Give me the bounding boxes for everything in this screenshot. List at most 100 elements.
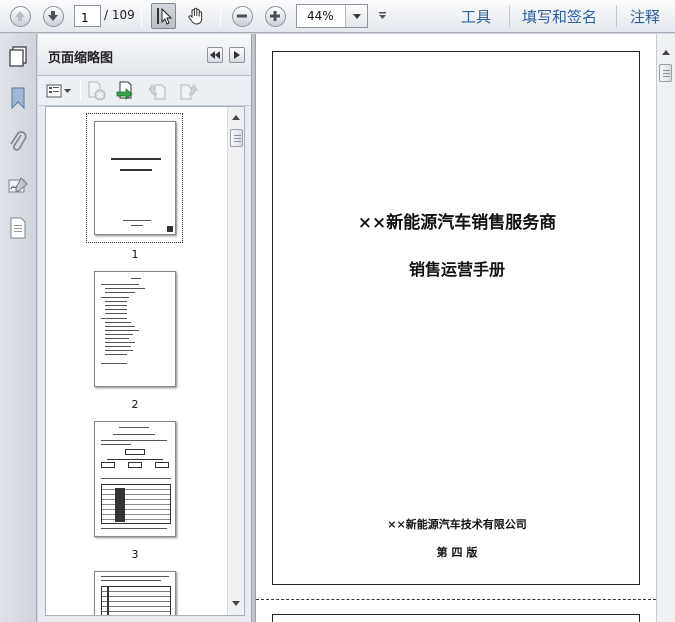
thumb-text-line (111, 158, 161, 160)
document-edition: 第 四 版 (436, 546, 478, 559)
document-company: ××新能源汽车技术有限公司 (387, 518, 527, 531)
fill-sign-link[interactable]: 填写和签名 (522, 6, 597, 27)
hand-icon (188, 7, 203, 25)
thumbnail-options-button[interactable] (44, 81, 74, 101)
thumb-text-line (101, 318, 127, 319)
scrollbar-grip (234, 138, 241, 139)
scrollbar-grip (663, 70, 670, 71)
scrollbar-grip (234, 135, 241, 136)
zoom-dropdown-button[interactable] (345, 5, 367, 27)
thumb-table (101, 484, 171, 524)
thumbnail-page-3[interactable] (94, 421, 176, 537)
collapse-panel-button[interactable] (207, 47, 223, 63)
thumb-text-line (105, 326, 135, 327)
signatures-panel-button[interactable] (6, 174, 30, 198)
thumb-text-line (105, 338, 129, 339)
chevron-down-icon (232, 600, 240, 606)
thumb-diagram-line (107, 459, 163, 460)
hand-tool-button[interactable] (183, 4, 209, 28)
attachments-panel-button[interactable] (6, 130, 30, 154)
panel-header: 页面缩略图 (38, 34, 251, 76)
page-border: ××新能源汽车销售服务商 销售运营手册 ××新能源汽车技术有限公司 第 四 版 (272, 51, 640, 585)
thumb-text-line (105, 301, 127, 302)
delete-page-button[interactable] (85, 81, 107, 101)
select-tool-button[interactable] (151, 3, 176, 29)
panel-title: 页面缩略图 (48, 51, 114, 66)
thumb-text-line (105, 334, 133, 335)
navigation-rail (0, 34, 37, 622)
thumbnail-number: 3 (131, 548, 139, 561)
thumb-text-line (105, 309, 127, 310)
thumb-text-line (101, 576, 169, 577)
thumb-text-line (131, 225, 143, 226)
comment-link[interactable]: 注释 (630, 6, 660, 27)
thumbnail-page-4[interactable] (94, 571, 176, 615)
scrollbar-thumb[interactable] (230, 129, 243, 147)
thumb-text-line (105, 330, 139, 331)
pages-panel-button[interactable] (6, 44, 30, 68)
scroll-up-button[interactable] (228, 109, 244, 125)
thumb-text-line (113, 434, 155, 435)
bookmarks-panel-button[interactable] (6, 86, 30, 110)
signature-icon (8, 177, 28, 193)
zoom-select[interactable]: 44% (296, 4, 368, 28)
thumb-text-line (101, 284, 139, 285)
thumbnail-scrollbar[interactable] (227, 107, 244, 615)
previous-page-button[interactable] (7, 4, 33, 28)
thumb-text-line (105, 313, 127, 314)
rotate-right-button[interactable] (177, 81, 199, 101)
thumb-text-line (123, 220, 151, 221)
thumbnail-corner-marker (167, 226, 173, 232)
rotate-left-icon (148, 84, 166, 100)
thumbnail-number: 2 (131, 398, 139, 411)
content-panel-button[interactable] (6, 216, 30, 240)
thumb-text-line (101, 478, 171, 479)
thumb-diagram-box (125, 449, 145, 455)
rotate-right-icon (180, 84, 198, 100)
chevron-right-icon (234, 51, 240, 59)
attachment-icon (10, 131, 27, 151)
tools-link[interactable]: 工具 (461, 6, 491, 27)
scroll-up-button[interactable] (658, 44, 674, 60)
thumb-diagram-box (128, 462, 142, 468)
scroll-down-button[interactable] (228, 595, 244, 611)
thumbnail-page-1[interactable] (94, 121, 176, 235)
thumb-text-line (105, 305, 127, 306)
toolbar-menu-button[interactable] (374, 8, 390, 24)
document-scrollbar[interactable] (656, 34, 675, 622)
thumbnail-page-2[interactable] (94, 271, 176, 387)
thumb-text-line (105, 322, 131, 323)
pages-icon (9, 46, 27, 67)
page-total-label: / 109 (104, 8, 135, 22)
next-page-border (272, 614, 640, 622)
page-number-input[interactable] (74, 5, 101, 27)
thumb-text-line (101, 440, 167, 441)
scrollbar-grip (234, 141, 241, 142)
document-view[interactable]: ××新能源汽车销售服务商 销售运营手册 ××新能源汽车技术有限公司 第 四 版 (256, 34, 656, 622)
zoom-value: 44% (307, 9, 334, 23)
panel-toolbar-divider (80, 81, 81, 101)
page-break-line (256, 599, 656, 600)
thumb-text-line (120, 169, 152, 171)
thumb-text-line (105, 292, 135, 293)
thumb-text-line (119, 427, 149, 428)
pdf-reader-window: / 109 44% (0, 0, 675, 622)
rotate-left-button[interactable] (147, 81, 169, 101)
next-page-button[interactable] (40, 4, 66, 28)
thumb-text-line (101, 528, 167, 529)
document-title-line2: 销售运营手册 (408, 260, 505, 279)
expand-panel-button[interactable] (229, 47, 245, 63)
zoom-in-button[interactable] (262, 4, 288, 28)
thumb-text-line (101, 297, 129, 298)
thumb-text-line (101, 363, 127, 364)
content-icon (10, 217, 26, 239)
zoom-out-button[interactable] (229, 4, 255, 28)
thumb-text-line (105, 350, 133, 351)
scrollbar-grip (663, 76, 670, 77)
insert-page-button[interactable] (116, 81, 138, 101)
scrollbar-thumb[interactable] (659, 64, 672, 82)
toolbar-divider (220, 5, 221, 27)
thumb-text-line (105, 346, 131, 347)
thumb-table-column (107, 586, 109, 615)
arrow-down-icon (42, 5, 64, 27)
